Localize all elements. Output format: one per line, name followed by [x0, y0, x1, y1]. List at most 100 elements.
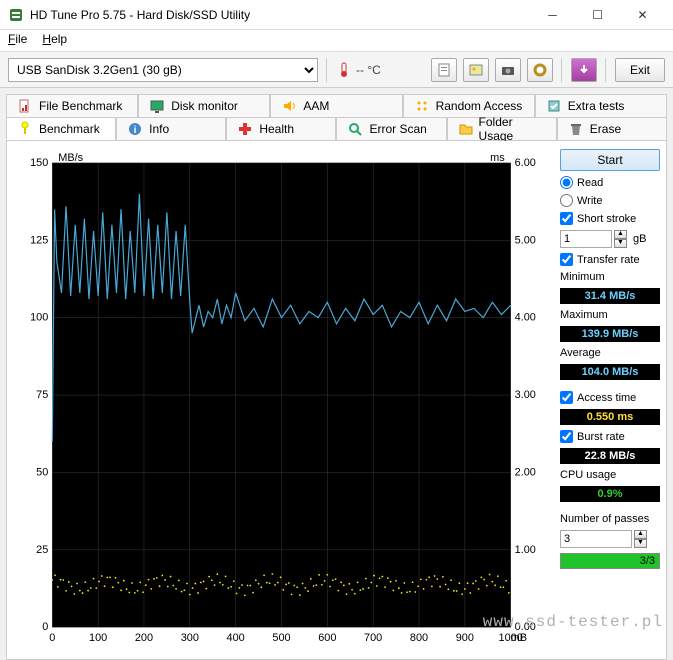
- copy-info-button[interactable]: [431, 58, 457, 82]
- random-icon: [414, 98, 430, 114]
- read-radio[interactable]: Read: [560, 176, 660, 189]
- speaker-icon: [281, 98, 297, 114]
- health-icon: [237, 121, 253, 137]
- download-icon: [576, 62, 592, 78]
- svg-text:i: i: [134, 125, 137, 136]
- tab-aam[interactable]: AAM: [270, 94, 402, 117]
- menu-help[interactable]: Help: [42, 32, 67, 46]
- transfer-rate-checkbox[interactable]: Transfer rate: [560, 253, 660, 266]
- maximum-label: Maximum: [560, 309, 660, 321]
- svg-text:50: 50: [36, 466, 48, 478]
- passes-input[interactable]: [560, 530, 632, 548]
- svg-text:125: 125: [30, 234, 48, 246]
- svg-text:3.00: 3.00: [515, 389, 536, 401]
- separator: [605, 58, 607, 82]
- tab-folder-usage[interactable]: Folder Usage: [447, 117, 557, 140]
- svg-text:0: 0: [42, 621, 48, 633]
- svg-text:800: 800: [410, 632, 428, 644]
- tab-error-scan[interactable]: Error Scan: [336, 117, 446, 140]
- average-value: 104.0 MB/s: [560, 364, 660, 380]
- info-icon: i: [127, 121, 143, 137]
- minimum-label: Minimum: [560, 271, 660, 283]
- magnifier-icon: [347, 121, 363, 137]
- burst-rate-value: 22.8 MB/s: [560, 448, 660, 464]
- svg-text:150: 150: [30, 157, 48, 169]
- minimum-value: 31.4 MB/s: [560, 288, 660, 304]
- tab-disk-monitor[interactable]: Disk monitor: [138, 94, 270, 117]
- tab-file-benchmark[interactable]: File Benchmark: [6, 94, 138, 117]
- svg-text:400: 400: [227, 632, 245, 644]
- short-stroke-spinner[interactable]: ▲▼: [614, 230, 627, 248]
- svg-text:5.00: 5.00: [515, 234, 536, 246]
- tab-erase[interactable]: Erase: [557, 117, 667, 140]
- image-icon: [468, 62, 484, 78]
- tab-info[interactable]: iInfo: [116, 117, 226, 140]
- passes-spinner[interactable]: ▲▼: [634, 530, 647, 548]
- svg-text:6.00: 6.00: [515, 157, 536, 169]
- thermometer-icon: [336, 62, 352, 78]
- screenshot-button[interactable]: [495, 58, 521, 82]
- tab-extra-tests[interactable]: Extra tests: [535, 94, 667, 117]
- title-bar: HD Tune Pro 5.75 - Hard Disk/SSD Utility…: [0, 0, 673, 30]
- tab-random-access[interactable]: Random Access: [403, 94, 535, 117]
- svg-text:500: 500: [272, 632, 290, 644]
- svg-text:MB/s: MB/s: [58, 152, 83, 164]
- gear-icon: [532, 62, 548, 78]
- settings-button[interactable]: [527, 58, 553, 82]
- cpu-usage-value: 0.9%: [560, 486, 660, 502]
- svg-text:100: 100: [30, 312, 48, 324]
- start-button[interactable]: Start: [560, 149, 660, 171]
- svg-text:600: 600: [318, 632, 336, 644]
- camera-icon: [500, 62, 516, 78]
- short-stroke-input[interactable]: [560, 230, 612, 248]
- svg-text:mB: mB: [511, 632, 527, 644]
- trash-icon: [568, 121, 584, 137]
- progress-text: 3/3: [640, 554, 655, 568]
- minimize-button[interactable]: ─: [530, 1, 575, 29]
- svg-text:25: 25: [36, 544, 48, 556]
- svg-text:0: 0: [49, 632, 55, 644]
- exit-button[interactable]: Exit: [615, 58, 665, 82]
- svg-text:1.00: 1.00: [515, 544, 536, 556]
- svg-text:4.00: 4.00: [515, 312, 536, 324]
- svg-text:300: 300: [181, 632, 199, 644]
- svg-text:2.00: 2.00: [515, 466, 536, 478]
- svg-text:100: 100: [89, 632, 107, 644]
- toolbar: USB SanDisk 3.2Gen1 (30 gB) -- °C Exit: [0, 52, 673, 88]
- window-title: HD Tune Pro 5.75 - Hard Disk/SSD Utility: [30, 8, 530, 22]
- separator: [561, 58, 563, 82]
- chart-svg: 02550751001251500.001.002.003.004.005.00…: [11, 149, 550, 655]
- drive-select[interactable]: USB SanDisk 3.2Gen1 (30 gB): [8, 58, 318, 82]
- passes-value: ▲▼: [560, 530, 660, 548]
- save-button[interactable]: [571, 58, 597, 82]
- tab-health[interactable]: Health: [226, 117, 336, 140]
- side-panel: Start Read Write Short stroke ▲▼ gB Tran…: [554, 141, 666, 659]
- svg-text:ms: ms: [490, 152, 505, 164]
- monitor-icon: [149, 98, 165, 114]
- app-icon: [8, 7, 24, 23]
- cpu-usage-label: CPU usage: [560, 469, 660, 481]
- checklist-icon: [546, 98, 562, 114]
- menu-file[interactable]: File: [8, 32, 27, 46]
- tab-benchmark[interactable]: Benchmark: [6, 117, 116, 140]
- svg-text:75: 75: [36, 389, 48, 401]
- benchmark-chart: 02550751001251500.001.002.003.004.005.00…: [7, 141, 554, 659]
- write-radio[interactable]: Write: [560, 194, 660, 207]
- copy-screenshot-button[interactable]: [463, 58, 489, 82]
- close-button[interactable]: ✕: [620, 1, 665, 29]
- maximize-button[interactable]: ☐: [575, 1, 620, 29]
- short-stroke-value: ▲▼ gB: [560, 230, 660, 248]
- passes-label: Number of passes: [560, 513, 660, 525]
- svg-text:200: 200: [135, 632, 153, 644]
- svg-text:900: 900: [456, 632, 474, 644]
- short-stroke-checkbox[interactable]: Short stroke: [560, 212, 660, 225]
- access-time-checkbox[interactable]: Access time: [560, 391, 660, 404]
- folder-icon: [458, 121, 473, 137]
- average-label: Average: [560, 347, 660, 359]
- separator: [326, 58, 328, 82]
- tab-strip: File Benchmark Disk monitor AAM Random A…: [0, 88, 673, 140]
- file-benchmark-icon: [17, 98, 33, 114]
- benchmark-icon: [17, 121, 33, 137]
- burst-rate-checkbox[interactable]: Burst rate: [560, 430, 660, 443]
- svg-text:700: 700: [364, 632, 382, 644]
